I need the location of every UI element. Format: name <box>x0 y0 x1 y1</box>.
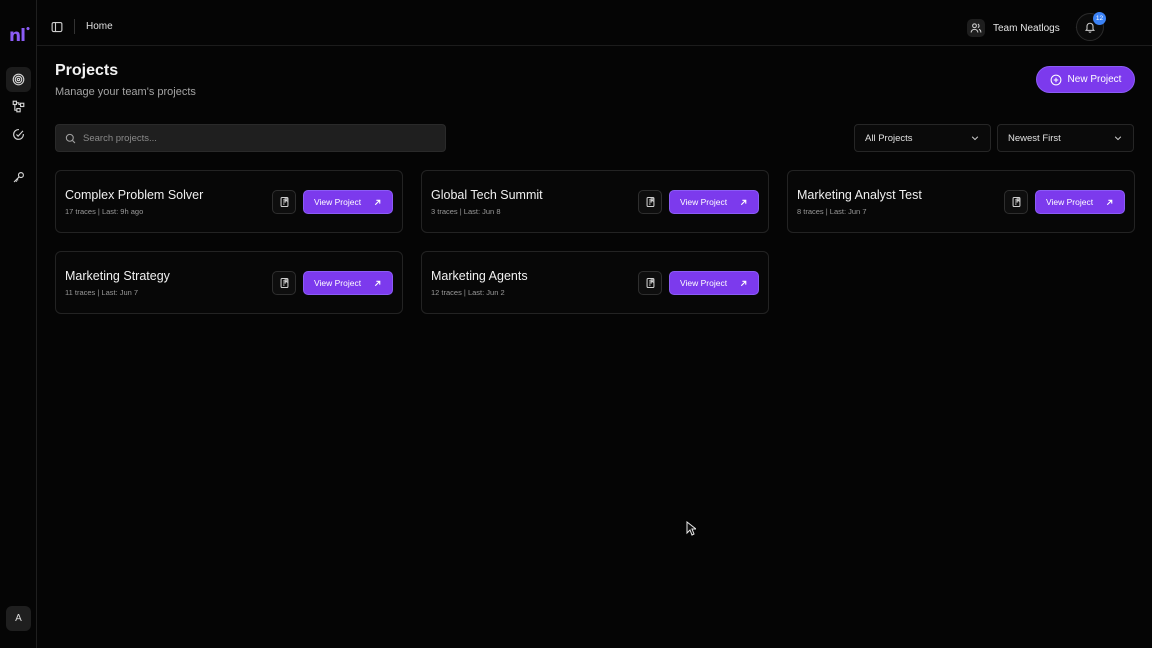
key-icon <box>13 172 24 183</box>
project-docs-button[interactable] <box>272 271 296 295</box>
panel-left-icon <box>51 21 62 32</box>
app-logo[interactable]: nl • <box>9 25 31 46</box>
project-card: Global Tech Summit 3 traces | Last: Jun … <box>421 170 769 233</box>
arrow-up-right-icon <box>740 199 747 205</box>
project-docs-button[interactable] <box>272 190 296 214</box>
view-project-button[interactable]: View Project <box>303 190 393 214</box>
breadcrumb[interactable]: Home <box>86 21 113 32</box>
header-divider <box>74 19 75 34</box>
view-project-label: View Project <box>680 197 728 207</box>
search-input[interactable] <box>83 132 423 144</box>
project-card: Marketing Analyst Test 8 traces | Last: … <box>787 170 1135 233</box>
notification-count-badge: 12 <box>1093 12 1106 25</box>
view-project-button[interactable]: View Project <box>669 190 759 214</box>
document-icon <box>646 278 654 288</box>
top-header: Home Team Neatlogs <box>37 0 1152 46</box>
new-project-button[interactable]: New Project <box>1036 66 1135 93</box>
document-icon <box>280 278 288 288</box>
page-title: Projects <box>55 62 119 79</box>
team-name: Team Neatlogs <box>993 22 1060 34</box>
project-name: Global Tech Summit <box>431 188 543 202</box>
project-name: Marketing Analyst Test <box>797 188 922 202</box>
sidebar-item-workflows[interactable] <box>6 94 31 119</box>
project-name: Complex Problem Solver <box>65 188 204 202</box>
view-project-button[interactable]: View Project <box>303 271 393 295</box>
view-project-button[interactable]: View Project <box>1035 190 1125 214</box>
project-name: Marketing Strategy <box>65 269 170 283</box>
view-project-label: View Project <box>314 278 362 288</box>
view-project-label: View Project <box>680 278 728 288</box>
mouse-cursor-icon <box>686 520 698 541</box>
project-meta: 17 traces | Last: 9h ago <box>65 207 144 216</box>
logo-text: nl <box>9 26 26 46</box>
view-project-button[interactable]: View Project <box>669 271 759 295</box>
chevron-down-icon <box>971 136 979 141</box>
project-docs-button[interactable] <box>638 271 662 295</box>
team-switcher[interactable]: Team Neatlogs <box>967 17 1084 39</box>
arrow-up-right-icon <box>374 199 381 205</box>
document-icon <box>280 197 288 207</box>
plus-circle-icon <box>1050 74 1061 85</box>
sort-value: Newest First <box>1008 132 1061 144</box>
project-card: Marketing Strategy 11 traces | Last: Jun… <box>55 251 403 314</box>
sidebar-item-keys[interactable] <box>6 165 31 190</box>
target-icon <box>12 73 25 86</box>
search-box[interactable] <box>55 124 446 152</box>
sidebar-item-projects[interactable] <box>6 67 31 92</box>
project-docs-button[interactable] <box>1004 190 1028 214</box>
users-icon <box>970 23 982 33</box>
page-subtitle: Manage your team's projects <box>55 86 196 98</box>
view-project-label: View Project <box>1046 197 1094 207</box>
sort-select[interactable]: Newest First <box>997 124 1134 152</box>
team-icon-wrap <box>967 19 985 37</box>
project-card: Marketing Agents 12 traces | Last: Jun 2… <box>421 251 769 314</box>
sidebar: nl • A <box>0 0 37 648</box>
arrow-up-right-icon <box>374 280 381 286</box>
project-scope-value: All Projects <box>865 132 913 144</box>
view-project-label: View Project <box>314 197 362 207</box>
search-icon <box>65 133 76 143</box>
project-meta: 12 traces | Last: Jun 2 <box>431 288 505 297</box>
sidebar-toggle-button[interactable] <box>50 20 63 33</box>
arrow-up-right-icon <box>740 280 747 286</box>
arrow-up-right-icon <box>1106 199 1113 205</box>
user-avatar[interactable]: A <box>6 606 31 631</box>
project-card: Complex Problem Solver 17 traces | Last:… <box>55 170 403 233</box>
chevron-down-icon <box>1114 136 1122 141</box>
project-meta: 3 traces | Last: Jun 8 <box>431 207 501 216</box>
check-target-icon <box>13 129 24 140</box>
nodes-icon <box>12 100 25 113</box>
project-scope-select[interactable]: All Projects <box>854 124 991 152</box>
logo-dot: • <box>25 25 31 35</box>
project-meta: 8 traces | Last: Jun 7 <box>797 207 867 216</box>
document-icon <box>1012 197 1020 207</box>
new-project-label: New Project <box>1067 74 1122 85</box>
sidebar-item-evals[interactable] <box>6 122 31 147</box>
project-docs-button[interactable] <box>638 190 662 214</box>
project-meta: 11 traces | Last: Jun 7 <box>65 288 139 297</box>
document-icon <box>646 197 654 207</box>
project-name: Marketing Agents <box>431 269 528 283</box>
